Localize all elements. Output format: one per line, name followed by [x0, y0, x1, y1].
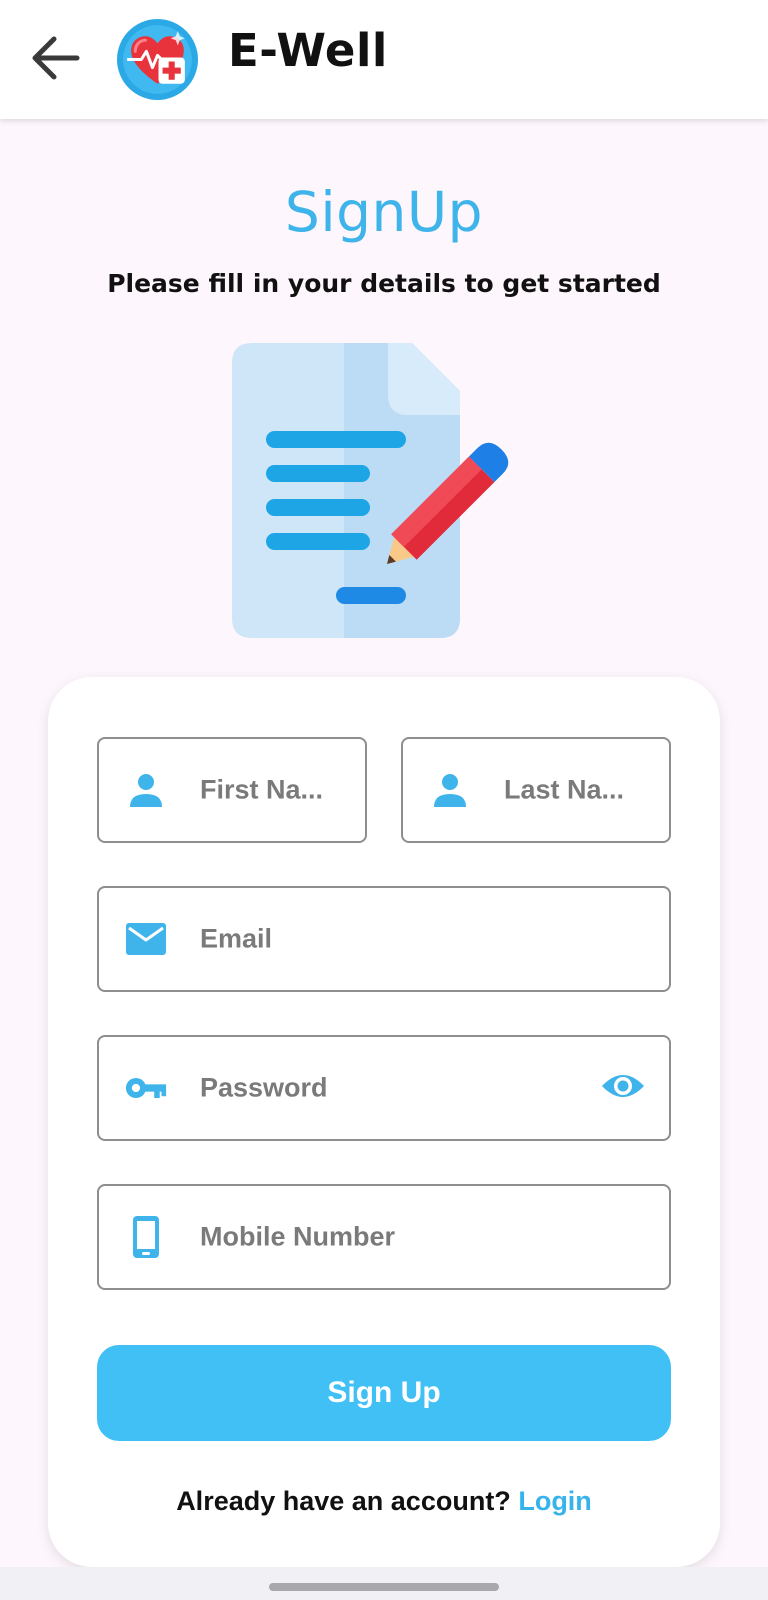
- page-subtitle: Please fill in your details to get start…: [107, 269, 661, 298]
- document-with-pencil-illustration: [232, 343, 537, 648]
- page-title: SignUp: [284, 180, 484, 244]
- email-field[interactable]: Email: [97, 886, 671, 992]
- back-button[interactable]: [22, 27, 88, 93]
- login-prompt: Already have an account? Login: [0, 1486, 768, 1517]
- mobile-number-field[interactable]: Mobile Number: [97, 1184, 671, 1290]
- app-title: E-Well: [228, 24, 388, 77]
- app-logo: [117, 19, 198, 100]
- login-link[interactable]: Login: [518, 1486, 591, 1516]
- toggle-password-visibility-button[interactable]: [599, 1064, 647, 1112]
- eye-icon: [600, 1070, 646, 1107]
- password-field[interactable]: Password: [97, 1035, 671, 1141]
- app-bar: E-Well: [0, 0, 768, 119]
- first-name-field[interactable]: First Na...: [97, 737, 367, 843]
- last-name-field[interactable]: Last Na...: [401, 737, 671, 843]
- home-indicator[interactable]: [269, 1583, 499, 1591]
- arrow-left-icon: [27, 30, 83, 91]
- login-prompt-text: Already have an account?: [176, 1486, 511, 1516]
- sign-up-button[interactable]: Sign Up: [97, 1345, 671, 1441]
